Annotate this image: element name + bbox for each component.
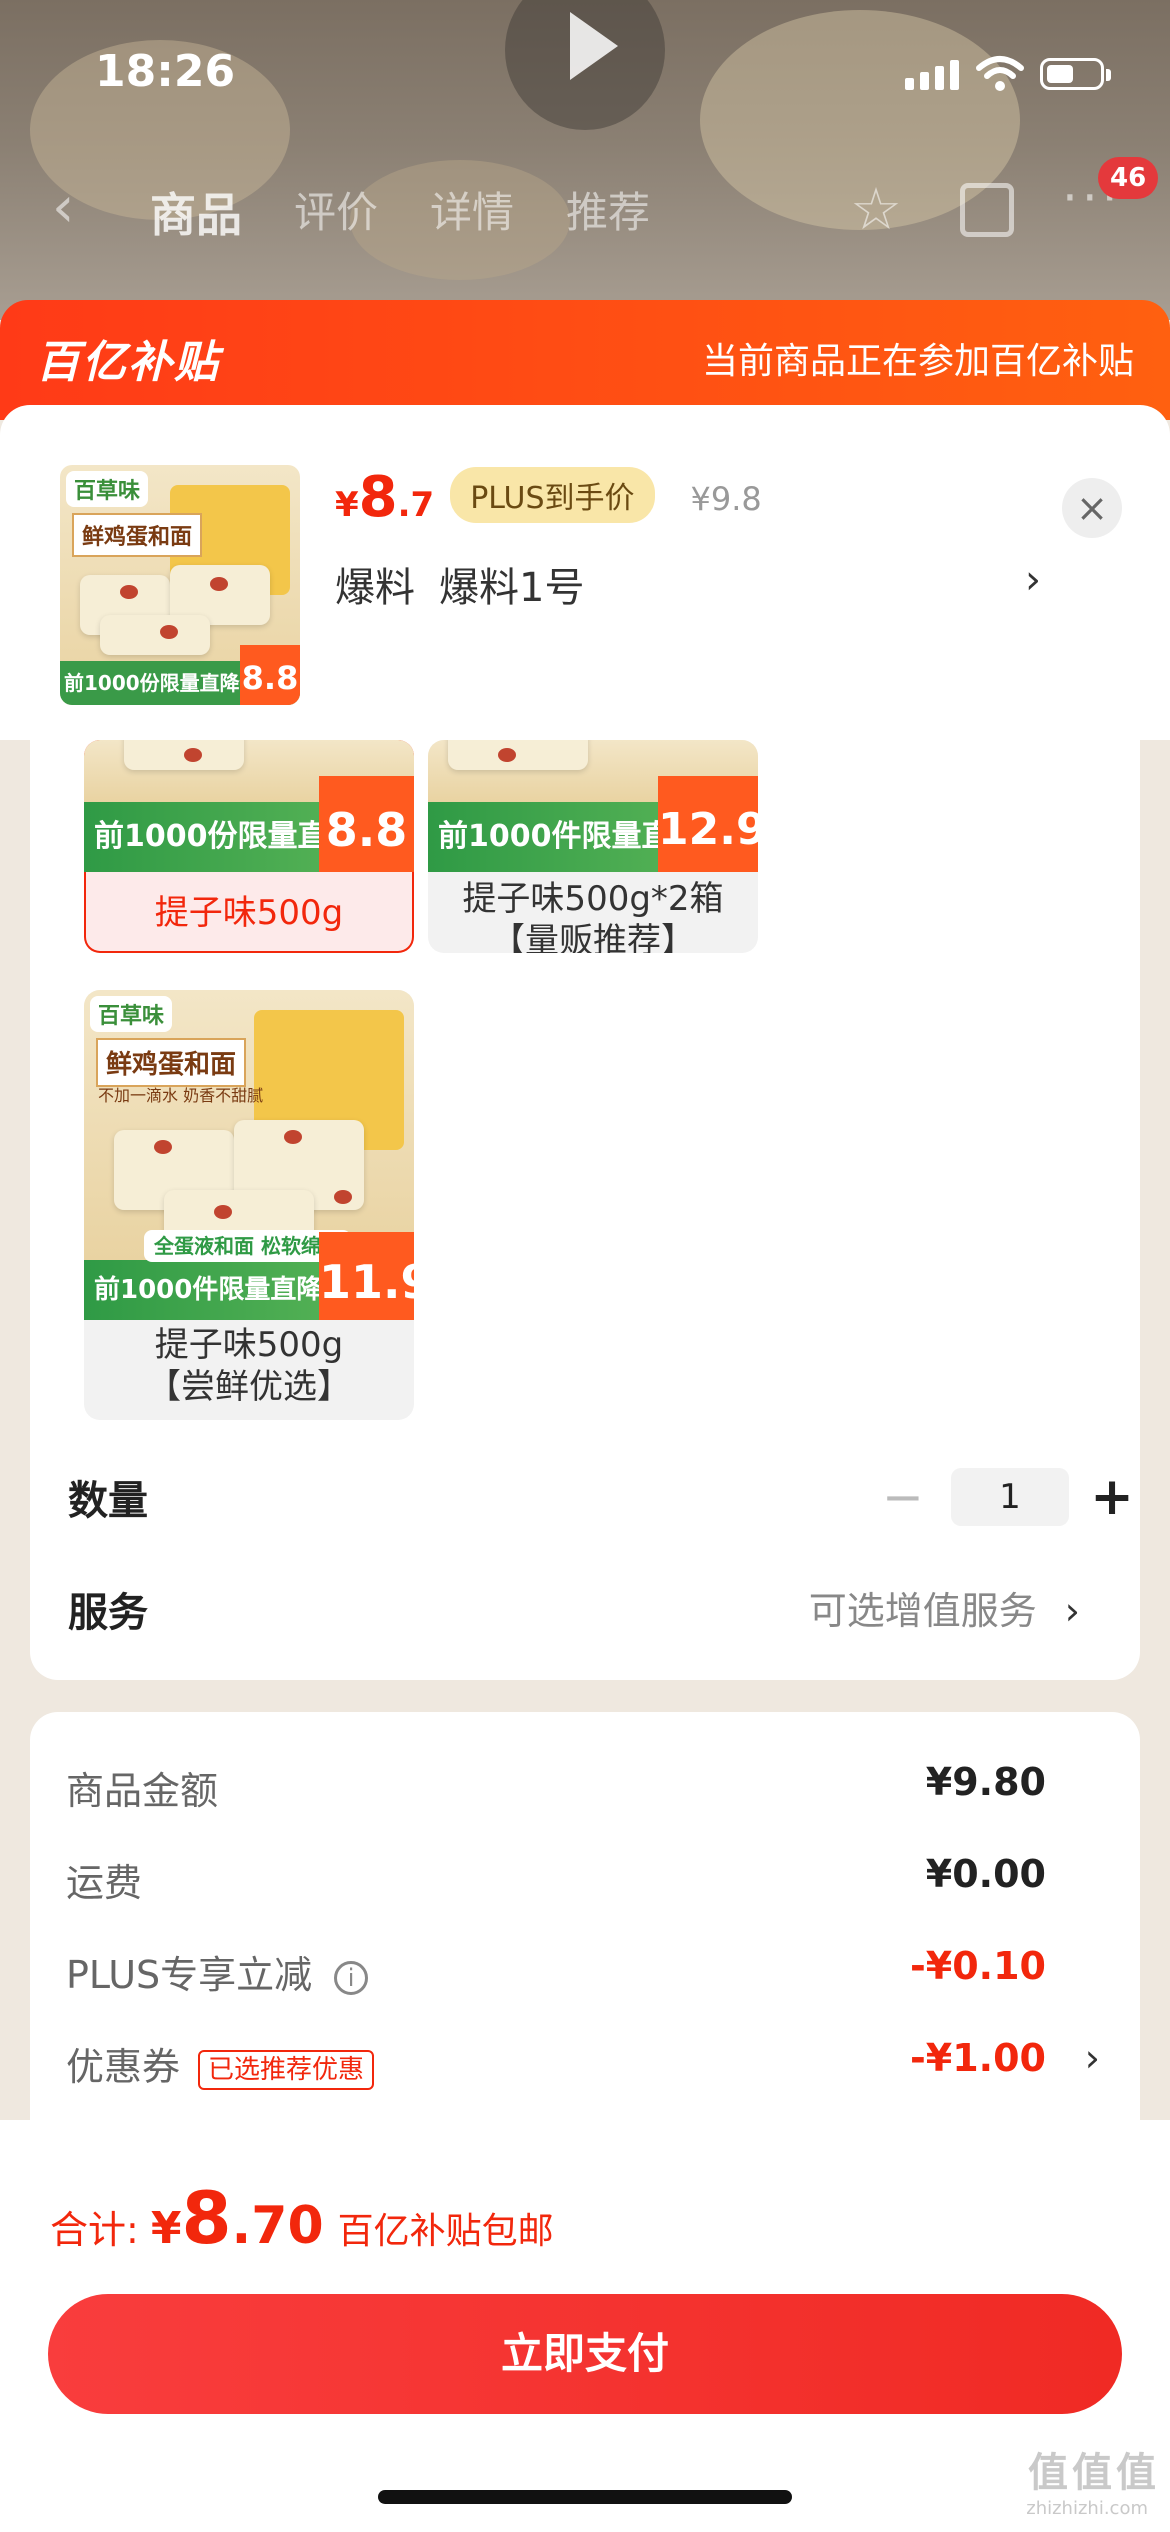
product-image-title: 鲜鸡蛋和面	[96, 1038, 247, 1087]
variant-strip: 前1000份限量直降	[94, 819, 358, 854]
variant-price: 8.8	[319, 776, 414, 872]
thumb-price: 8.8	[240, 645, 300, 705]
shipping-label: 运费	[66, 1861, 143, 1905]
checkout-bar: 合计: ¥ 8 .70 百亿补贴包邮 立即支付 值值值 zhizhizhi.co…	[0, 2120, 1170, 2532]
price-summary-card: 商品金额 ¥9.80 运费 ¥0.00 PLUS专享立减 i -¥0.10 优惠券…	[30, 1712, 1140, 2132]
price-row: ¥ 8 .7 PLUS到手价 ¥9.8	[335, 465, 762, 531]
subsidy-banner: 百亿补贴 当前商品正在参加百亿补贴	[0, 300, 1170, 420]
selected-spec[interactable]: 爆料 爆料1号	[335, 555, 584, 613]
variant-strip: 前1000件限量直降	[94, 1275, 323, 1305]
back-icon[interactable]: ‹	[52, 175, 74, 240]
original-price: ¥9.8	[690, 480, 762, 518]
variant-label: 提子味500g 【尝鲜优选】	[147, 1325, 351, 1407]
coupon-label: 优惠券	[66, 2045, 181, 2089]
goods-amount-label: 商品金额	[66, 1769, 219, 1813]
price-symbol: ¥	[335, 485, 359, 525]
spec-selection-card: 前1000份限量直降 8.8 提子味500g 前1000件限量直降 12.9 提…	[30, 740, 1140, 1680]
service-value: 可选增值服务	[808, 1589, 1037, 1633]
price-decimal: .7	[397, 485, 435, 525]
pay-now-button[interactable]: 立即支付	[48, 2294, 1122, 2414]
variant-label: 提子味500g	[154, 893, 344, 933]
chevron-right-icon: ›	[1064, 1589, 1080, 1633]
total-label: 合计:	[50, 2208, 139, 2252]
close-button[interactable]: ×	[1062, 478, 1122, 538]
watermark-url: zhizhizhi.com	[1026, 2498, 1148, 2519]
tab-details[interactable]: 详情	[430, 179, 514, 245]
total-note: 百亿补贴包邮	[337, 2211, 554, 2252]
product-image-subtitle: 不加一滴水 奶香不甜腻	[98, 1086, 264, 1105]
plus-price-tag: PLUS到手价	[450, 467, 655, 523]
variant-label: 提子味500g*2箱 【量贩推荐】	[462, 879, 724, 953]
total-integer: 8	[181, 2176, 232, 2260]
coupon-row[interactable]: 优惠券 已选推荐优惠	[66, 2036, 375, 2091]
info-icon[interactable]: i	[334, 1960, 369, 1995]
favorite-star-icon[interactable]: ☆	[850, 175, 902, 243]
plus-discount-value: -¥0.10	[910, 1944, 1046, 1988]
status-bar: 18:26	[0, 40, 1170, 110]
battery-icon	[1040, 58, 1111, 90]
subsidy-logo: 百亿补贴	[36, 337, 220, 388]
variant-option[interactable]: 百草味 鲜鸡蛋和面 不加一滴水 奶香不甜腻 全蛋液和面 松软绵密 前1000件限…	[84, 990, 414, 1420]
brand-label: 百草味	[90, 996, 173, 1032]
total-currency: ¥	[150, 2203, 182, 2254]
wifi-icon	[976, 56, 1024, 91]
status-time: 18:26	[95, 46, 236, 97]
top-navigation: ‹ 商品 评价 详情 推荐 ☆ ··· 46	[0, 157, 1170, 245]
tab-reviews[interactable]: 评价	[294, 179, 378, 245]
tab-goods[interactable]: 商品	[150, 179, 242, 245]
coupon-tag: 已选推荐优惠	[198, 2049, 375, 2090]
variant-option[interactable]: 前1000件限量直降 12.9 提子味500g*2箱 【量贩推荐】	[428, 740, 758, 953]
chevron-right-icon[interactable]: ›	[1025, 557, 1041, 603]
product-thumbnail[interactable]: 百草味 鲜鸡蛋和面 前1000份限量直降 8.8	[60, 465, 300, 705]
variant-option[interactable]: 前1000份限量直降 8.8 提子味500g	[84, 740, 414, 953]
shipping-value: ¥0.00	[925, 1852, 1046, 1896]
variant-price: 12.9	[658, 776, 758, 872]
nav-tabs: 商品 评价 详情 推荐	[150, 179, 650, 245]
service-label: 服务	[68, 1590, 148, 1636]
quantity-stepper: − 1 +	[873, 1467, 1137, 1527]
watermark-logo: 值值值	[1028, 2450, 1160, 2496]
share-icon[interactable]	[960, 183, 1014, 237]
coupon-value: -¥1.00	[910, 2036, 1046, 2080]
goods-amount-value: ¥9.80	[925, 1760, 1046, 1804]
chevron-right-icon[interactable]: ›	[1085, 2036, 1100, 2080]
brand-label: 百草味	[66, 471, 149, 507]
increase-quantity-button[interactable]: +	[1087, 1467, 1137, 1527]
quantity-label: 数量	[68, 1478, 148, 1524]
decrease-quantity-button[interactable]: −	[873, 1468, 933, 1526]
order-total: 合计: ¥ 8 .70 百亿补贴包邮	[50, 2176, 554, 2260]
cellular-signal-icon	[905, 60, 959, 90]
message-count-badge: 46	[1098, 157, 1159, 199]
spec-label: 爆料	[335, 565, 415, 611]
product-image-title: 鲜鸡蛋和面	[72, 513, 203, 557]
quantity-input[interactable]: 1	[951, 1468, 1069, 1526]
subsidy-message: 当前商品正在参加百亿补贴	[701, 341, 1134, 382]
home-indicator[interactable]	[378, 2490, 792, 2504]
variant-price: 11.9	[319, 1232, 414, 1320]
total-decimal: .70	[231, 2196, 324, 2256]
plus-discount-row: PLUS专享立减 i	[66, 1944, 369, 1999]
selected-product-header: 百草味 鲜鸡蛋和面 前1000份限量直降 8.8 ¥ 8 .7 PLUS到手价 …	[0, 405, 1170, 740]
spec-value: 爆料1号	[439, 565, 585, 611]
plus-discount-label: PLUS专享立减	[66, 1953, 313, 1997]
tab-recommend[interactable]: 推荐	[566, 179, 650, 245]
price-integer: 8	[358, 465, 398, 530]
service-selector[interactable]: 可选增值服务 ›	[809, 1580, 1080, 1635]
